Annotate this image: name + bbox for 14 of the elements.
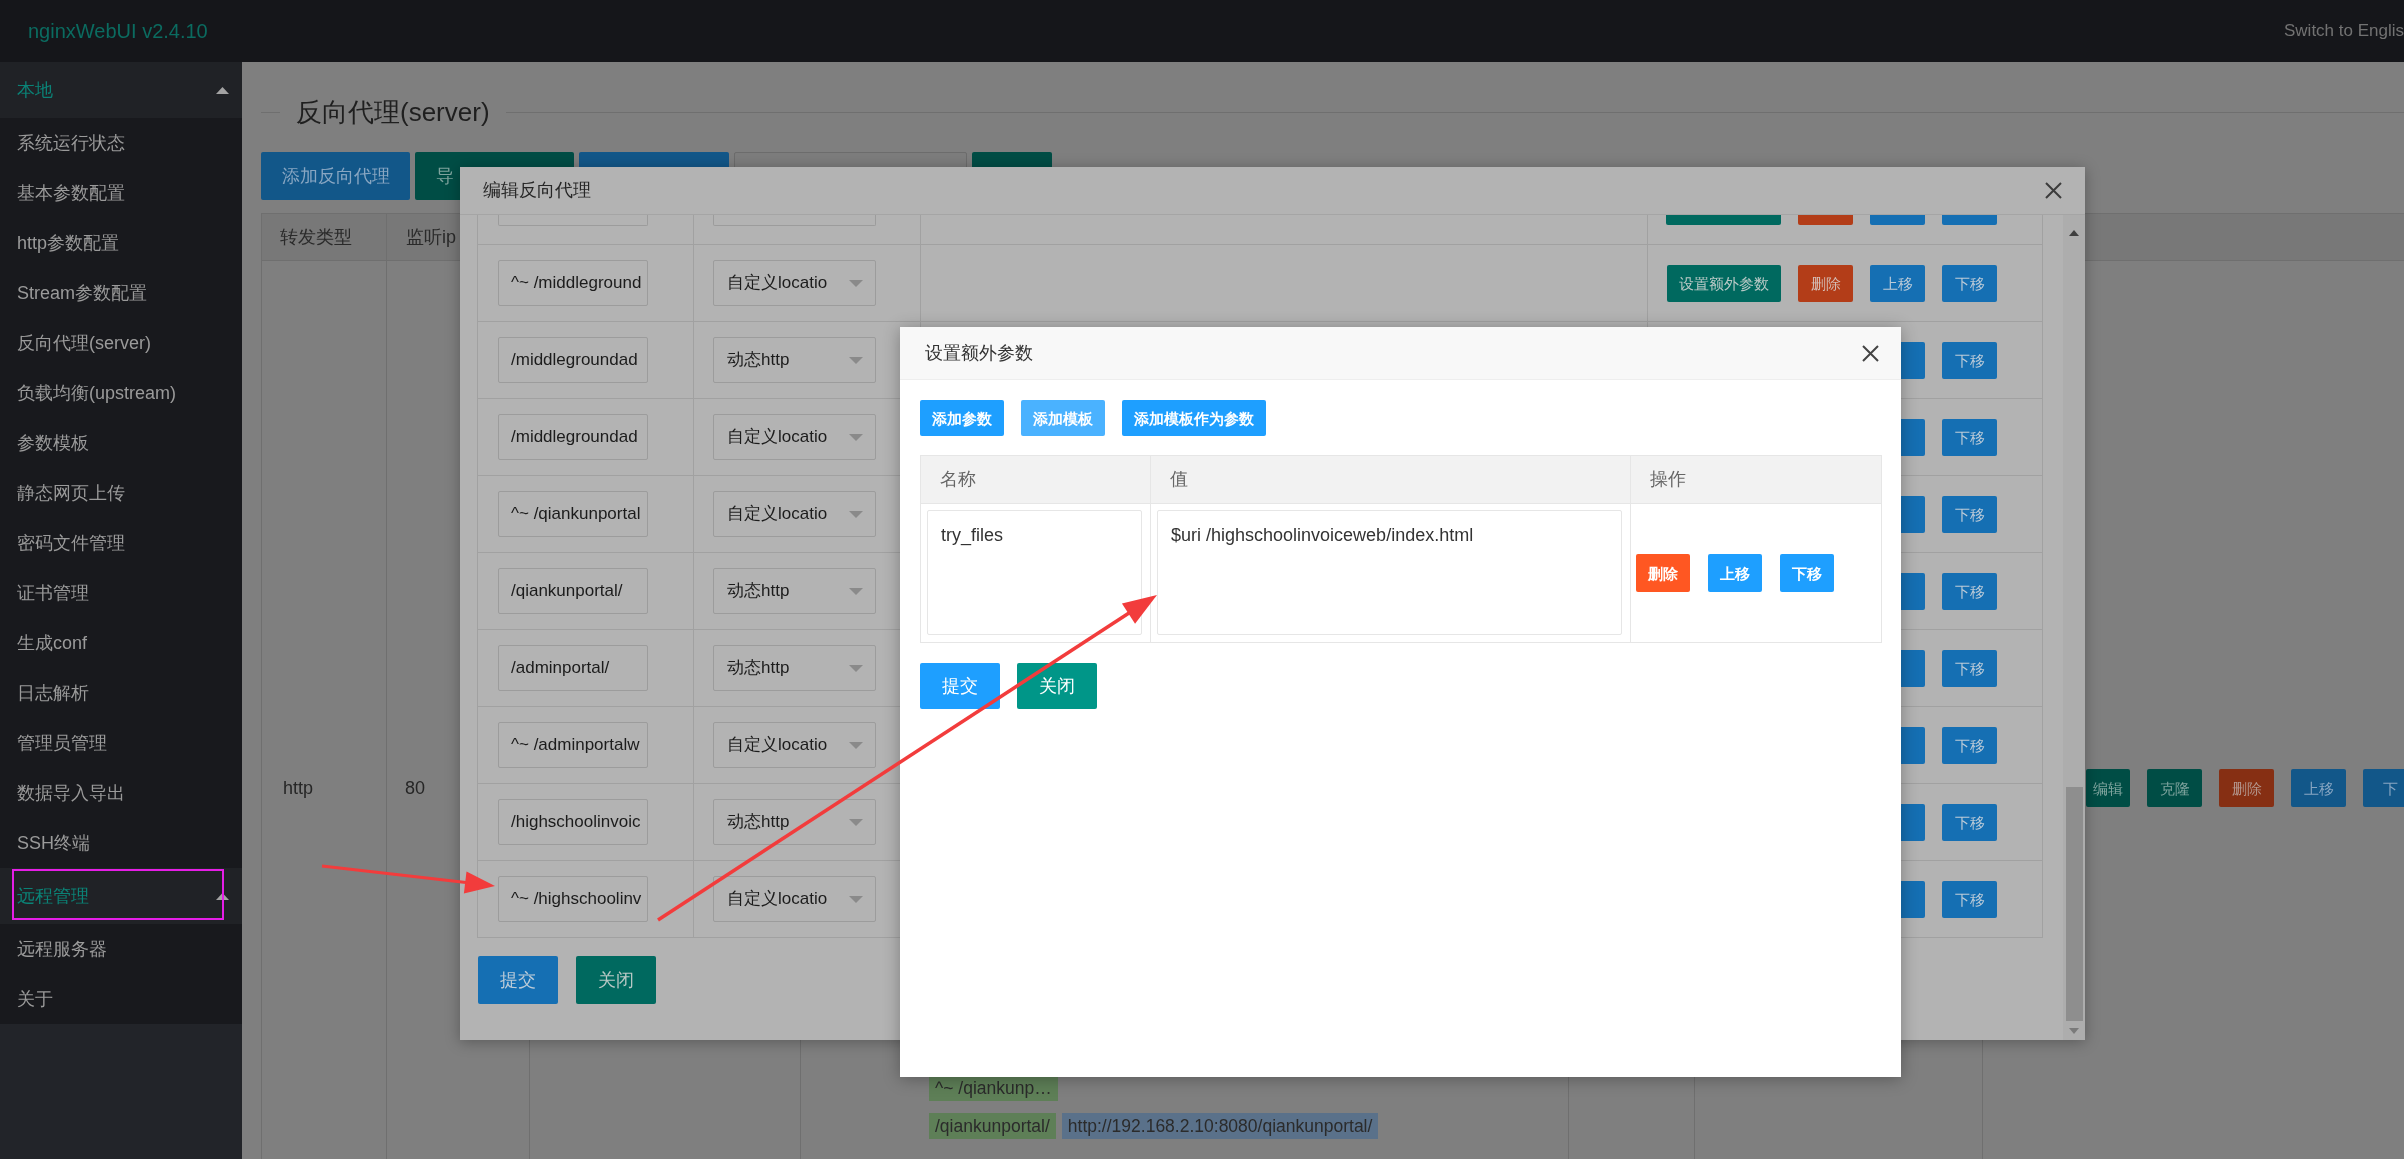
column-header: 操作 [1650,468,1686,491]
column-header: 转发类型 [280,225,352,249]
table-cell-text: http [283,776,314,800]
location-tag: ^~ /qiankunp… [929,1075,1058,1101]
page-title: 反向代理(server) [295,95,491,129]
column-header: 值 [1170,468,1188,491]
table-cell-text: 80 [405,776,426,800]
column-header: 监听ip [406,225,456,249]
target-tag: http://192.168.2.10:8080/qiankunportal/ [1061,1113,1379,1139]
location-tag: /qiankunportal/ [929,1113,1056,1139]
dialog-title: 设置额外参数 [925,341,1033,365]
dialog-title: 编辑反向代理 [483,179,591,202]
app-title: nginxWebUI v2.4.10 [28,19,208,44]
column-header: 名称 [940,468,976,491]
